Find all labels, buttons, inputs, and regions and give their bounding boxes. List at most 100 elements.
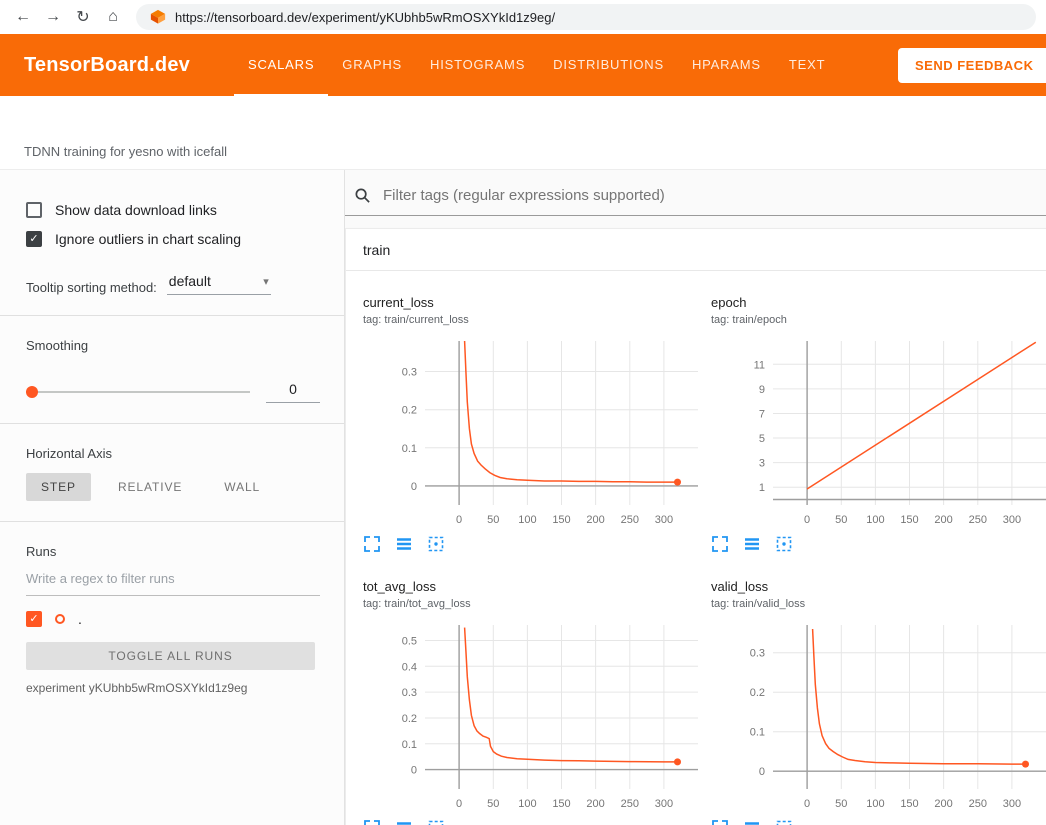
svg-text:50: 50 bbox=[487, 514, 499, 526]
address-bar[interactable]: https://tensorboard.dev/experiment/yKUbh… bbox=[136, 4, 1036, 30]
expand-chart-icon[interactable] bbox=[711, 819, 729, 825]
chart-title: epoch bbox=[711, 295, 1046, 311]
run-color-swatch-icon bbox=[55, 614, 65, 624]
tab-hparams[interactable]: HPARAMS bbox=[678, 34, 775, 96]
chart-card-tot-avg-loss: tot_avg_loss tag: train/tot_avg_loss 0 50… bbox=[363, 579, 703, 825]
svg-text:11: 11 bbox=[754, 359, 765, 371]
expand-chart-icon[interactable] bbox=[363, 819, 381, 825]
tooltip-sorting-select[interactable]: default ▾ bbox=[167, 273, 271, 295]
tooltip-sorting-value: default bbox=[169, 273, 211, 289]
svg-text:0.3: 0.3 bbox=[402, 687, 417, 699]
line-chart-current-loss[interactable]: 05010015020025030000.10.20.3 bbox=[363, 333, 703, 531]
axis-wall-button[interactable]: WALL bbox=[209, 473, 275, 501]
chart-tag: tag: train/tot_avg_loss bbox=[363, 598, 703, 611]
tab-scalars[interactable]: SCALARS bbox=[234, 34, 328, 96]
expand-chart-icon[interactable] bbox=[363, 535, 381, 553]
axis-step-button[interactable]: STEP bbox=[26, 473, 91, 501]
home-icon[interactable]: ⌂ bbox=[100, 8, 126, 26]
smoothing-row: 0 bbox=[26, 381, 320, 403]
svg-text:0.3: 0.3 bbox=[750, 648, 765, 660]
svg-text:0: 0 bbox=[804, 798, 810, 810]
chart-tag: tag: train/valid_loss bbox=[711, 598, 1046, 611]
svg-text:150: 150 bbox=[900, 514, 918, 526]
svg-text:0.3: 0.3 bbox=[402, 367, 417, 379]
svg-text:50: 50 bbox=[835, 798, 847, 810]
toggle-y-axis-icon[interactable] bbox=[395, 535, 413, 553]
svg-text:3: 3 bbox=[759, 458, 765, 470]
expand-chart-icon[interactable] bbox=[711, 535, 729, 553]
svg-text:250: 250 bbox=[621, 798, 639, 810]
back-icon[interactable]: ← bbox=[10, 8, 36, 26]
train-section-title: train bbox=[363, 242, 390, 258]
slider-thumb[interactable] bbox=[26, 386, 38, 398]
tag-filter-row bbox=[345, 182, 1046, 216]
toggle-y-axis-icon[interactable] bbox=[743, 535, 761, 553]
svg-text:200: 200 bbox=[586, 798, 604, 810]
ignore-outliers-label: Ignore outliers in chart scaling bbox=[55, 231, 241, 247]
svg-text:300: 300 bbox=[655, 798, 673, 810]
svg-text:0: 0 bbox=[456, 798, 462, 810]
settings-sidebar: Show data download links Ignore outliers… bbox=[0, 170, 345, 825]
svg-text:0.2: 0.2 bbox=[402, 713, 417, 725]
chart-tag: tag: train/epoch bbox=[711, 314, 1046, 327]
svg-text:300: 300 bbox=[1003, 514, 1021, 526]
chart-title: current_loss bbox=[363, 295, 703, 311]
horizontal-axis-label: Horizontal Axis bbox=[26, 446, 320, 461]
smoothing-label: Smoothing bbox=[26, 338, 320, 353]
line-chart-epoch[interactable]: 0501001502002503001357911 bbox=[711, 333, 1046, 531]
svg-text:1: 1 bbox=[759, 482, 765, 494]
runs-label: Runs bbox=[26, 544, 320, 559]
svg-text:150: 150 bbox=[552, 798, 570, 810]
run-name: . bbox=[78, 611, 82, 627]
chart-toolbar bbox=[711, 819, 1046, 825]
chart-toolbar bbox=[711, 535, 1046, 553]
tag-filter-input[interactable] bbox=[381, 186, 1034, 205]
tensorboard-favicon bbox=[150, 9, 166, 25]
brand-logo[interactable]: TensorBoard.dev bbox=[24, 54, 190, 77]
axis-relative-button[interactable]: RELATIVE bbox=[103, 473, 197, 501]
smoothing-slider[interactable] bbox=[26, 391, 250, 393]
content-area: Show data download links Ignore outliers… bbox=[0, 170, 1046, 825]
svg-text:50: 50 bbox=[487, 798, 499, 810]
train-section-header[interactable]: train bbox=[346, 229, 1046, 271]
forward-icon[interactable]: → bbox=[40, 8, 66, 26]
chart-title: valid_loss bbox=[711, 579, 1046, 595]
chart-card-valid-loss: valid_loss tag: train/valid_loss 0501001… bbox=[711, 579, 1046, 825]
svg-text:0.1: 0.1 bbox=[402, 739, 417, 751]
ignore-outliers-checkbox[interactable]: Ignore outliers in chart scaling bbox=[26, 231, 320, 247]
svg-text:150: 150 bbox=[900, 798, 918, 810]
experiment-description: TDNN training for yesno with icefall bbox=[24, 144, 227, 159]
send-feedback-button[interactable]: SEND FEEDBACK bbox=[898, 48, 1046, 83]
run-checkbox-checked-icon[interactable] bbox=[26, 611, 42, 627]
chart-toolbar bbox=[363, 535, 703, 553]
line-chart-valid-loss[interactable]: 05010015020025030000.10.20.3 bbox=[711, 617, 1046, 815]
svg-text:300: 300 bbox=[1003, 798, 1021, 810]
main-nav: SCALARS GRAPHS HISTOGRAMS DISTRIBUTIONS … bbox=[234, 34, 839, 96]
tab-histograms[interactable]: HISTOGRAMS bbox=[416, 34, 539, 96]
run-list-item[interactable]: . bbox=[26, 611, 320, 627]
fit-domain-icon[interactable] bbox=[427, 819, 445, 825]
svg-text:300: 300 bbox=[655, 514, 673, 526]
toggle-y-axis-icon[interactable] bbox=[743, 819, 761, 825]
fit-domain-icon[interactable] bbox=[427, 535, 445, 553]
runs-filter-input[interactable] bbox=[26, 563, 320, 596]
smoothing-value-field[interactable]: 0 bbox=[266, 381, 320, 403]
tooltip-sorting-label: Tooltip sorting method: bbox=[26, 280, 157, 295]
svg-text:250: 250 bbox=[969, 514, 987, 526]
train-section-card: train current_loss tag: train/current_lo… bbox=[345, 228, 1046, 825]
svg-text:100: 100 bbox=[518, 514, 536, 526]
show-download-links-checkbox[interactable]: Show data download links bbox=[26, 202, 320, 218]
toggle-y-axis-icon[interactable] bbox=[395, 819, 413, 825]
svg-text:0: 0 bbox=[456, 514, 462, 526]
tab-graphs[interactable]: GRAPHS bbox=[328, 34, 416, 96]
scalars-main-panel: train current_loss tag: train/current_lo… bbox=[345, 170, 1046, 825]
toggle-all-runs-button[interactable]: TOGGLE ALL RUNS bbox=[26, 642, 315, 670]
checkbox-unchecked-icon bbox=[26, 202, 42, 218]
tab-distributions[interactable]: DISTRIBUTIONS bbox=[539, 34, 678, 96]
line-chart-tot-avg-loss[interactable]: 05010015020025030000.10.20.30.40.5 bbox=[363, 617, 703, 815]
chart-title: tot_avg_loss bbox=[363, 579, 703, 595]
refresh-icon[interactable]: ↻ bbox=[70, 7, 96, 27]
tab-text[interactable]: TEXT bbox=[775, 34, 839, 96]
fit-domain-icon[interactable] bbox=[775, 819, 793, 825]
fit-domain-icon[interactable] bbox=[775, 535, 793, 553]
